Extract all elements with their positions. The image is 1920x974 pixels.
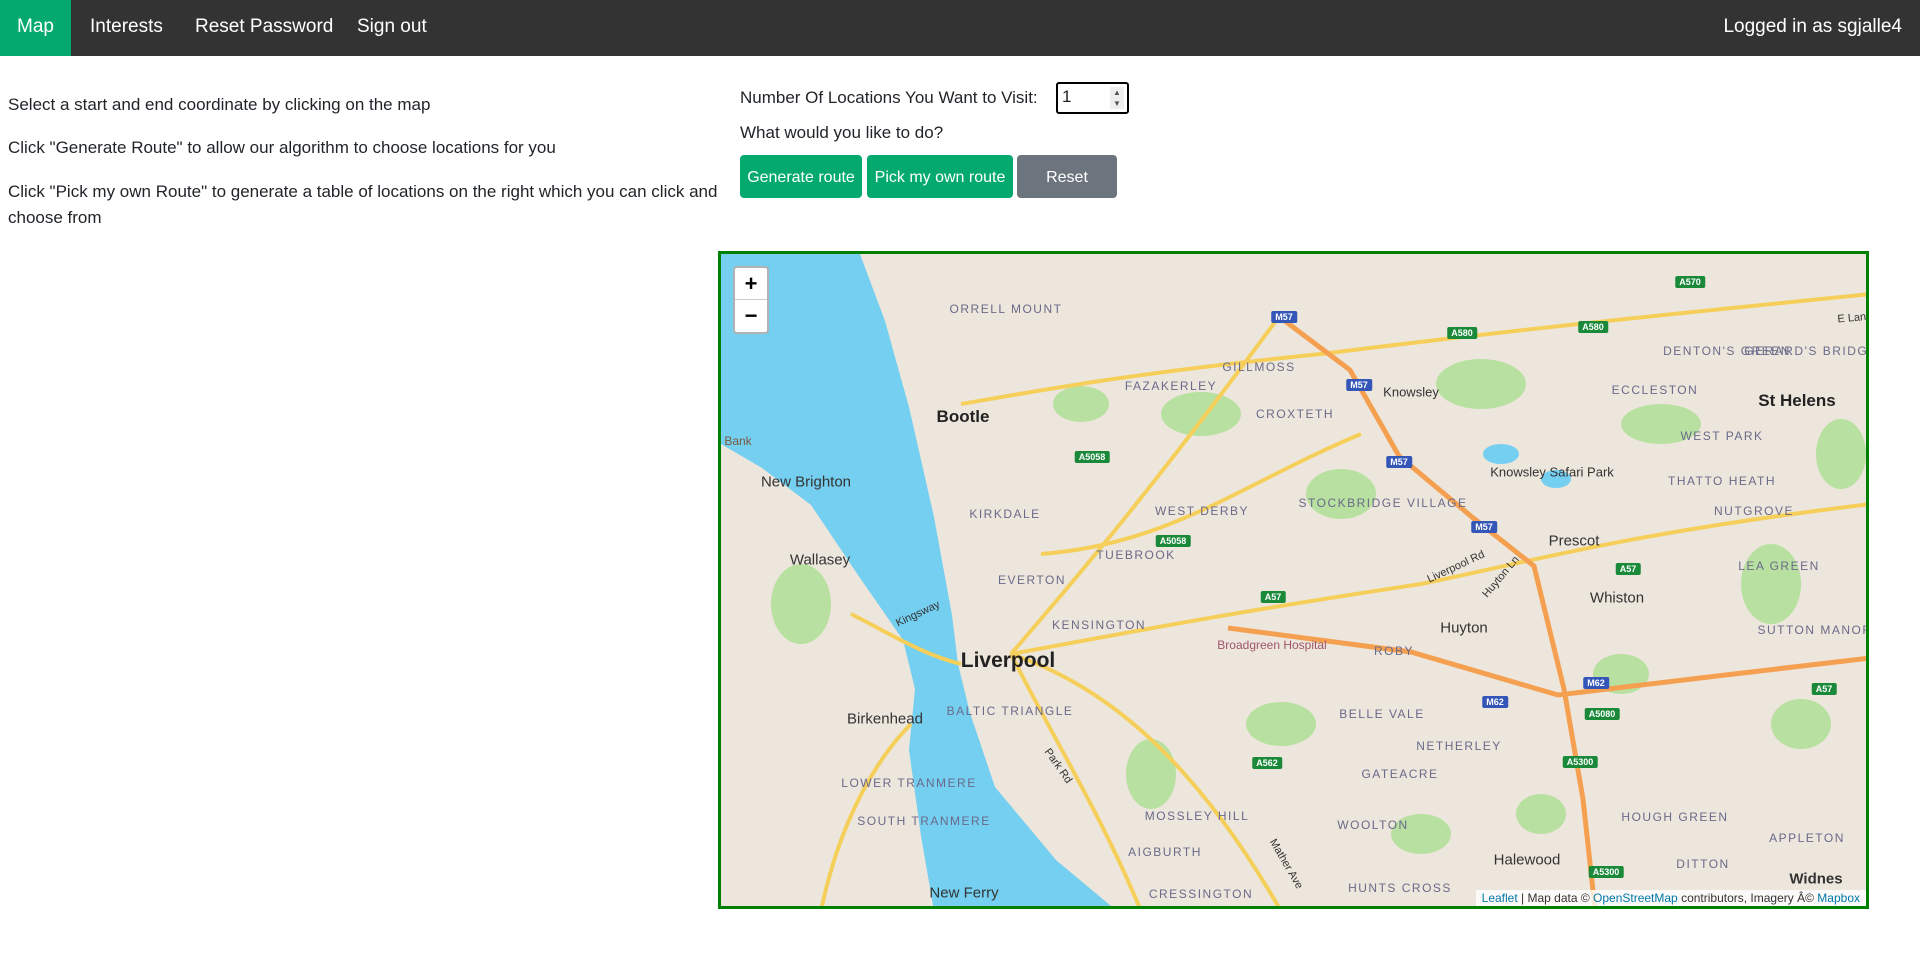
road-shield: M57: [1471, 521, 1497, 533]
map-label: Everton: [997, 573, 1067, 587]
road-shield: A57: [1260, 591, 1286, 603]
locations-input[interactable]: 1 ▲ ▼: [1056, 82, 1129, 114]
road-shield: A57: [1811, 683, 1837, 695]
map-label: Baltic Triangle: [946, 704, 1074, 718]
map-label: Kirkdale: [969, 507, 1041, 521]
road-shield: A570: [1675, 276, 1705, 288]
attribution-text: contributors, Imagery Â©: [1677, 891, 1818, 905]
map-label: Prescot: [1548, 532, 1600, 550]
leaflet-link[interactable]: Leaflet: [1482, 891, 1518, 905]
map-label: Gateacre: [1361, 767, 1439, 781]
osm-link[interactable]: OpenStreetMap: [1593, 891, 1678, 905]
road-shield: A5058: [1155, 535, 1191, 547]
nav-reset-password[interactable]: Reset Password: [178, 0, 350, 56]
map-label: Halewood: [1493, 851, 1561, 869]
map-label: Netherley: [1416, 739, 1502, 753]
road-shield: M57: [1346, 379, 1372, 391]
map-label: Whiston: [1589, 589, 1645, 607]
mapbox-link[interactable]: Mapbox: [1817, 891, 1860, 905]
map-label: West Park: [1680, 429, 1764, 443]
map-label: St Helens: [1758, 391, 1836, 410]
map-label: Kensington: [1051, 618, 1147, 632]
map-label: Sutton Manor: [1757, 623, 1869, 637]
road-shield: A580: [1578, 321, 1608, 333]
map-label: Stockbridge Village: [1298, 496, 1468, 510]
question-label: What would you like to do?: [740, 123, 944, 142]
map-label: Thatto Heath: [1668, 474, 1776, 488]
instruction-2: Click "Generate Route" to allow our algo…: [8, 138, 556, 157]
map-label: New Brighton: [760, 473, 852, 491]
map-label: Knowsley Safari Park: [1490, 464, 1614, 480]
map-label: Appleton: [1769, 831, 1845, 845]
zoom-in-button[interactable]: +: [735, 268, 767, 300]
map-label: Aigburth: [1128, 845, 1202, 859]
map-label: West Derby: [1154, 504, 1250, 518]
map-label: Orrell Mount: [949, 302, 1063, 316]
map-label: Hunts Cross: [1348, 881, 1452, 895]
map-label: Roby: [1373, 644, 1415, 658]
map-label: Liverpool: [960, 649, 1056, 672]
spinner-icon[interactable]: ▲ ▼: [1110, 87, 1124, 109]
locations-label: Number Of Locations You Want to Visit:: [740, 88, 1038, 107]
map-label: Gerard's Bridge: [1744, 344, 1869, 358]
map-label: Croxteth: [1256, 407, 1334, 421]
map-label: Broadgreen Hospital: [1217, 638, 1327, 652]
map-label: New Ferry: [929, 884, 999, 902]
road-shield: A562: [1252, 757, 1282, 769]
logged-in-user: Logged in as sgjalle4: [1723, 16, 1902, 37]
map-label: Ditton: [1676, 857, 1730, 871]
map-label: Tuebrook: [1096, 548, 1176, 562]
locations-value: 1: [1062, 87, 1072, 106]
map-label: South Tranmere: [857, 814, 991, 828]
road-shield: M62: [1583, 677, 1609, 689]
road-shield: A5300: [1562, 756, 1598, 768]
map-label: Eccleston: [1611, 383, 1699, 397]
attribution-text: | Map data ©: [1517, 891, 1594, 905]
instruction-3: Click "Pick my own Route" to generate a …: [8, 182, 718, 227]
map[interactable]: Bootle New Brighton Wallasey Liverpool B…: [718, 251, 1869, 909]
navbar: Map Interests Reset Password Sign out Lo…: [0, 0, 1920, 56]
map-label: Woolton: [1337, 818, 1409, 832]
map-label: Wallasey: [789, 551, 851, 569]
road-shield: A57: [1615, 563, 1641, 575]
map-label: Lea Green: [1738, 559, 1820, 573]
zoom-out-button[interactable]: −: [735, 300, 767, 332]
map-label: Bank: [724, 434, 752, 448]
road-shield: A5058: [1074, 451, 1110, 463]
road-shield: A5080: [1584, 708, 1620, 720]
map-label: Widnes: [1789, 870, 1843, 888]
map-attribution: Leaflet | Map data © OpenStreetMap contr…: [1475, 890, 1866, 906]
road-shield: M62: [1482, 696, 1508, 708]
nav-sign-out[interactable]: Sign out: [340, 0, 444, 56]
map-label: Hough Green: [1621, 810, 1729, 824]
map-label: Knowsley: [1383, 384, 1439, 400]
map-label: Bootle: [936, 407, 990, 426]
map-label: Cressington: [1148, 887, 1254, 901]
map-label: Gillmoss: [1222, 360, 1296, 374]
nav-interests[interactable]: Interests: [73, 0, 180, 56]
reset-route-button[interactable]: Reset Route: [1017, 155, 1117, 229]
generate-route-button[interactable]: Generate route: [740, 155, 862, 198]
road-shield: M57: [1386, 456, 1412, 468]
map-label: Belle Vale: [1339, 707, 1425, 721]
nav-map[interactable]: Map: [0, 0, 71, 56]
map-label: Birkenhead: [847, 710, 923, 728]
map-label: Huyton: [1440, 619, 1488, 637]
map-label: Lower Tranmere: [841, 776, 977, 790]
map-label: Mossley Hill: [1144, 809, 1250, 823]
map-label: Nutgrove: [1713, 504, 1795, 518]
road-shield: M57: [1271, 311, 1297, 323]
zoom-control: + −: [733, 266, 769, 334]
instruction-1: Select a start and end coordinate by cli…: [8, 95, 431, 114]
road-shield: A580: [1447, 327, 1477, 339]
pick-own-route-button[interactable]: Pick my own route: [867, 155, 1013, 198]
road-shield: A5300: [1588, 866, 1624, 878]
map-label: Fazakerley: [1124, 379, 1218, 393]
